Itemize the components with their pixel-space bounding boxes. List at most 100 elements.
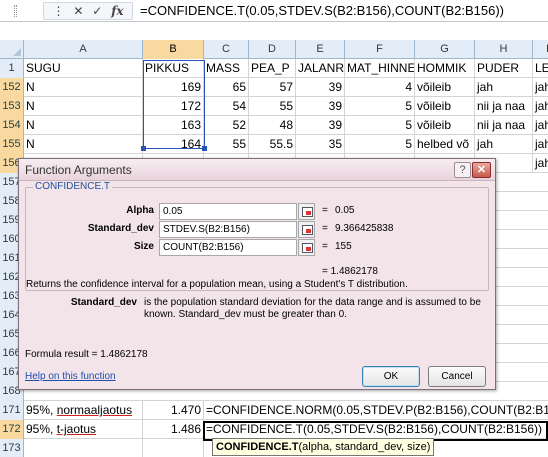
- function-description: Returns the confidence interval for a po…: [26, 279, 408, 290]
- table-cell[interactable]: N: [24, 78, 143, 97]
- row-number[interactable]: 173: [0, 439, 24, 457]
- table-cell[interactable]: 48: [249, 116, 296, 135]
- insert-function-icon[interactable]: fx: [111, 3, 123, 19]
- table-cell[interactable]: võileib: [415, 78, 475, 97]
- table-cell[interactable]: 5: [345, 116, 415, 135]
- cell-header[interactable]: PIKKUS: [143, 59, 204, 78]
- cell-header[interactable]: SUGU: [24, 59, 143, 78]
- table-row: 1 SUGU PIKKUS MASS PEA_P JALANR MAT_HINN…: [0, 59, 548, 78]
- table-cell[interactable]: jah: [475, 135, 533, 154]
- table-cell[interactable]: 5: [345, 97, 415, 116]
- table-cell[interactable]: 52: [204, 116, 249, 135]
- row-number[interactable]: 171: [0, 401, 24, 420]
- table-cell[interactable]: 163: [143, 116, 204, 135]
- help-link[interactable]: Help on this function: [25, 371, 116, 382]
- cell-header[interactable]: JALANR: [296, 59, 345, 78]
- column-header-a[interactable]: A: [24, 40, 143, 59]
- enter-icon[interactable]: ✓: [92, 3, 102, 19]
- table-cell[interactable]: 55: [204, 135, 249, 154]
- standard-dev-value: 9.366425838: [335, 223, 394, 234]
- column-header-h[interactable]: H: [475, 40, 533, 59]
- close-icon[interactable]: ✕: [472, 162, 491, 178]
- table-cell[interactable]: nii ja naa: [475, 97, 533, 116]
- table-cell[interactable]: 54: [204, 97, 249, 116]
- cell-header[interactable]: HOMMIK: [415, 59, 475, 78]
- table-cell[interactable]: 164: [143, 135, 204, 154]
- table-cell[interactable]: [143, 439, 204, 457]
- formula-bar-grip[interactable]: [14, 5, 17, 17]
- column-header-d[interactable]: D: [249, 40, 296, 59]
- standard-dev-input[interactable]: STDEV.S(B2:B156): [159, 221, 297, 238]
- table-cell[interactable]: helbed võ: [415, 135, 475, 154]
- collapse-dialog-icon[interactable]: [298, 239, 315, 256]
- formula-input[interactable]: =CONFIDENCE.T(0.05,STDEV.S(B2:B156),COUN…: [140, 2, 504, 20]
- formula-result: Formula result = 1.4862178: [25, 349, 148, 360]
- cell-header[interactable]: MAT_HINNE: [345, 59, 415, 78]
- alpha-input[interactable]: 0.05: [159, 203, 297, 220]
- cell-header[interactable]: PUDER: [475, 59, 533, 78]
- table-row: 171 95%, normaaljaotus 1.470 =CONFIDENCE.NO…: [0, 401, 548, 420]
- cell-header[interactable]: MASS: [204, 59, 249, 78]
- row-number[interactable]: 153: [0, 97, 24, 116]
- table-cell[interactable]: =CONFIDENCE.NORM(0.05,STDEV.P(B2:B156),C…: [204, 401, 548, 420]
- ok-button[interactable]: OK: [362, 366, 420, 387]
- table-cell[interactable]: jah: [533, 97, 548, 116]
- table-cell[interactable]: 1.486: [143, 420, 204, 439]
- table-cell[interactable]: 1.470: [143, 401, 204, 420]
- table-cell[interactable]: [24, 439, 143, 457]
- table-cell[interactable]: 55.5: [249, 135, 296, 154]
- table-cell[interactable]: 39: [296, 116, 345, 135]
- table-cell[interactable]: 95%, t-jaotus: [24, 420, 143, 439]
- size-input[interactable]: COUNT(B2:B156): [159, 239, 297, 256]
- select-all-button[interactable]: [0, 40, 24, 59]
- table-cell[interactable]: 39: [296, 97, 345, 116]
- column-header-c[interactable]: C: [204, 40, 249, 59]
- table-cell[interactable]: võileib: [415, 97, 475, 116]
- table-cell[interactable]: 4: [345, 78, 415, 97]
- row-number[interactable]: 152: [0, 78, 24, 97]
- table-cell[interactable]: jah: [533, 116, 548, 135]
- column-header-g[interactable]: G: [415, 40, 475, 59]
- table-cell[interactable]: =CONFIDENCE.T(0.05,STDEV.S(B2:B156),COUN…: [204, 420, 548, 439]
- collapse-dialog-icon[interactable]: [298, 221, 315, 238]
- table-cell[interactable]: N: [24, 135, 143, 154]
- function-result: = 1.4862178: [322, 266, 378, 277]
- table-cell[interactable]: 35: [296, 135, 345, 154]
- help-icon[interactable]: ?: [454, 162, 471, 178]
- table-cell[interactable]: jah: [475, 78, 533, 97]
- column-header-i[interactable]: I: [533, 40, 548, 59]
- cancel-icon[interactable]: ✕: [73, 3, 83, 19]
- table-cell[interactable]: N: [24, 97, 143, 116]
- table-cell[interactable]: jah: [533, 135, 548, 154]
- row-number[interactable]: 1: [0, 59, 24, 78]
- table-cell[interactable]: jah: [533, 154, 548, 173]
- table-cell[interactable]: 172: [143, 97, 204, 116]
- function-name-label: CONFIDENCE.T: [33, 181, 112, 192]
- alpha-value: 0.05: [335, 205, 355, 216]
- collapse-dialog-icon[interactable]: [298, 203, 315, 220]
- table-cell[interactable]: nii ja naa: [475, 116, 533, 135]
- dialog-title-bar[interactable]: Function Arguments ? ✕: [19, 159, 495, 181]
- chevron-down-icon[interactable]: ⋮: [52, 3, 64, 19]
- table-cell[interactable]: 55: [249, 97, 296, 116]
- column-header-f[interactable]: F: [345, 40, 415, 59]
- cell-header[interactable]: LEI: [533, 59, 548, 78]
- cancel-button[interactable]: Cancel: [428, 366, 486, 387]
- cell-header[interactable]: PEA_P: [249, 59, 296, 78]
- table-cell[interactable]: jah: [533, 78, 548, 97]
- column-header-e[interactable]: E: [296, 40, 345, 59]
- row-number[interactable]: 154: [0, 116, 24, 135]
- table-cell[interactable]: 65: [204, 78, 249, 97]
- table-cell[interactable]: 95%, normaaljaotus: [24, 401, 143, 420]
- column-header-b[interactable]: B: [143, 40, 204, 59]
- arg-label-size: Size: [133, 241, 154, 252]
- table-cell[interactable]: 169: [143, 78, 204, 97]
- table-cell[interactable]: 39: [296, 78, 345, 97]
- row-number[interactable]: 172: [0, 420, 24, 439]
- table-cell[interactable]: N: [24, 116, 143, 135]
- table-cell[interactable]: võileib: [415, 116, 475, 135]
- table-cell[interactable]: 57: [249, 78, 296, 97]
- row-number[interactable]: 155: [0, 135, 24, 154]
- tooltip-function-name[interactable]: CONFIDENCE.T: [216, 441, 299, 453]
- table-cell[interactable]: 5: [345, 135, 415, 154]
